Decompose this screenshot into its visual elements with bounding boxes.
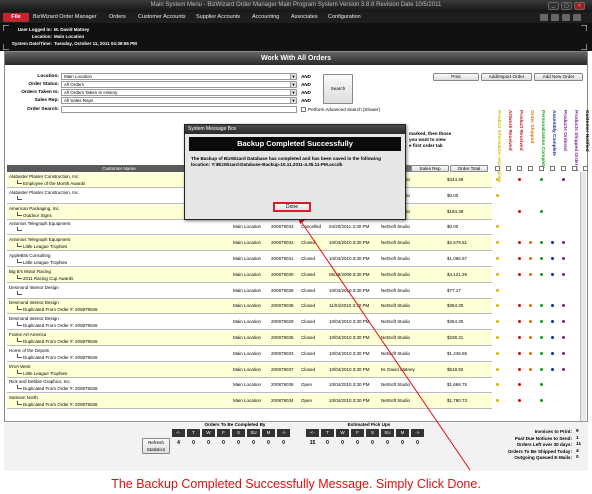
system-message-dialog: System Message Box Backup Completed Succ… <box>184 124 406 220</box>
dialog-heading: Backup Completed Successfully <box>189 137 401 151</box>
dialog-title: System Message Box <box>185 125 405 134</box>
callout-arrow <box>298 215 471 471</box>
tutorial-caption: The Backup Completed Successfully Messag… <box>0 474 592 494</box>
done-button[interactable]: Done <box>273 202 311 212</box>
done-label: Done <box>275 204 309 210</box>
dialog-message: The Backup of BizWizard Database has com… <box>191 156 381 167</box>
